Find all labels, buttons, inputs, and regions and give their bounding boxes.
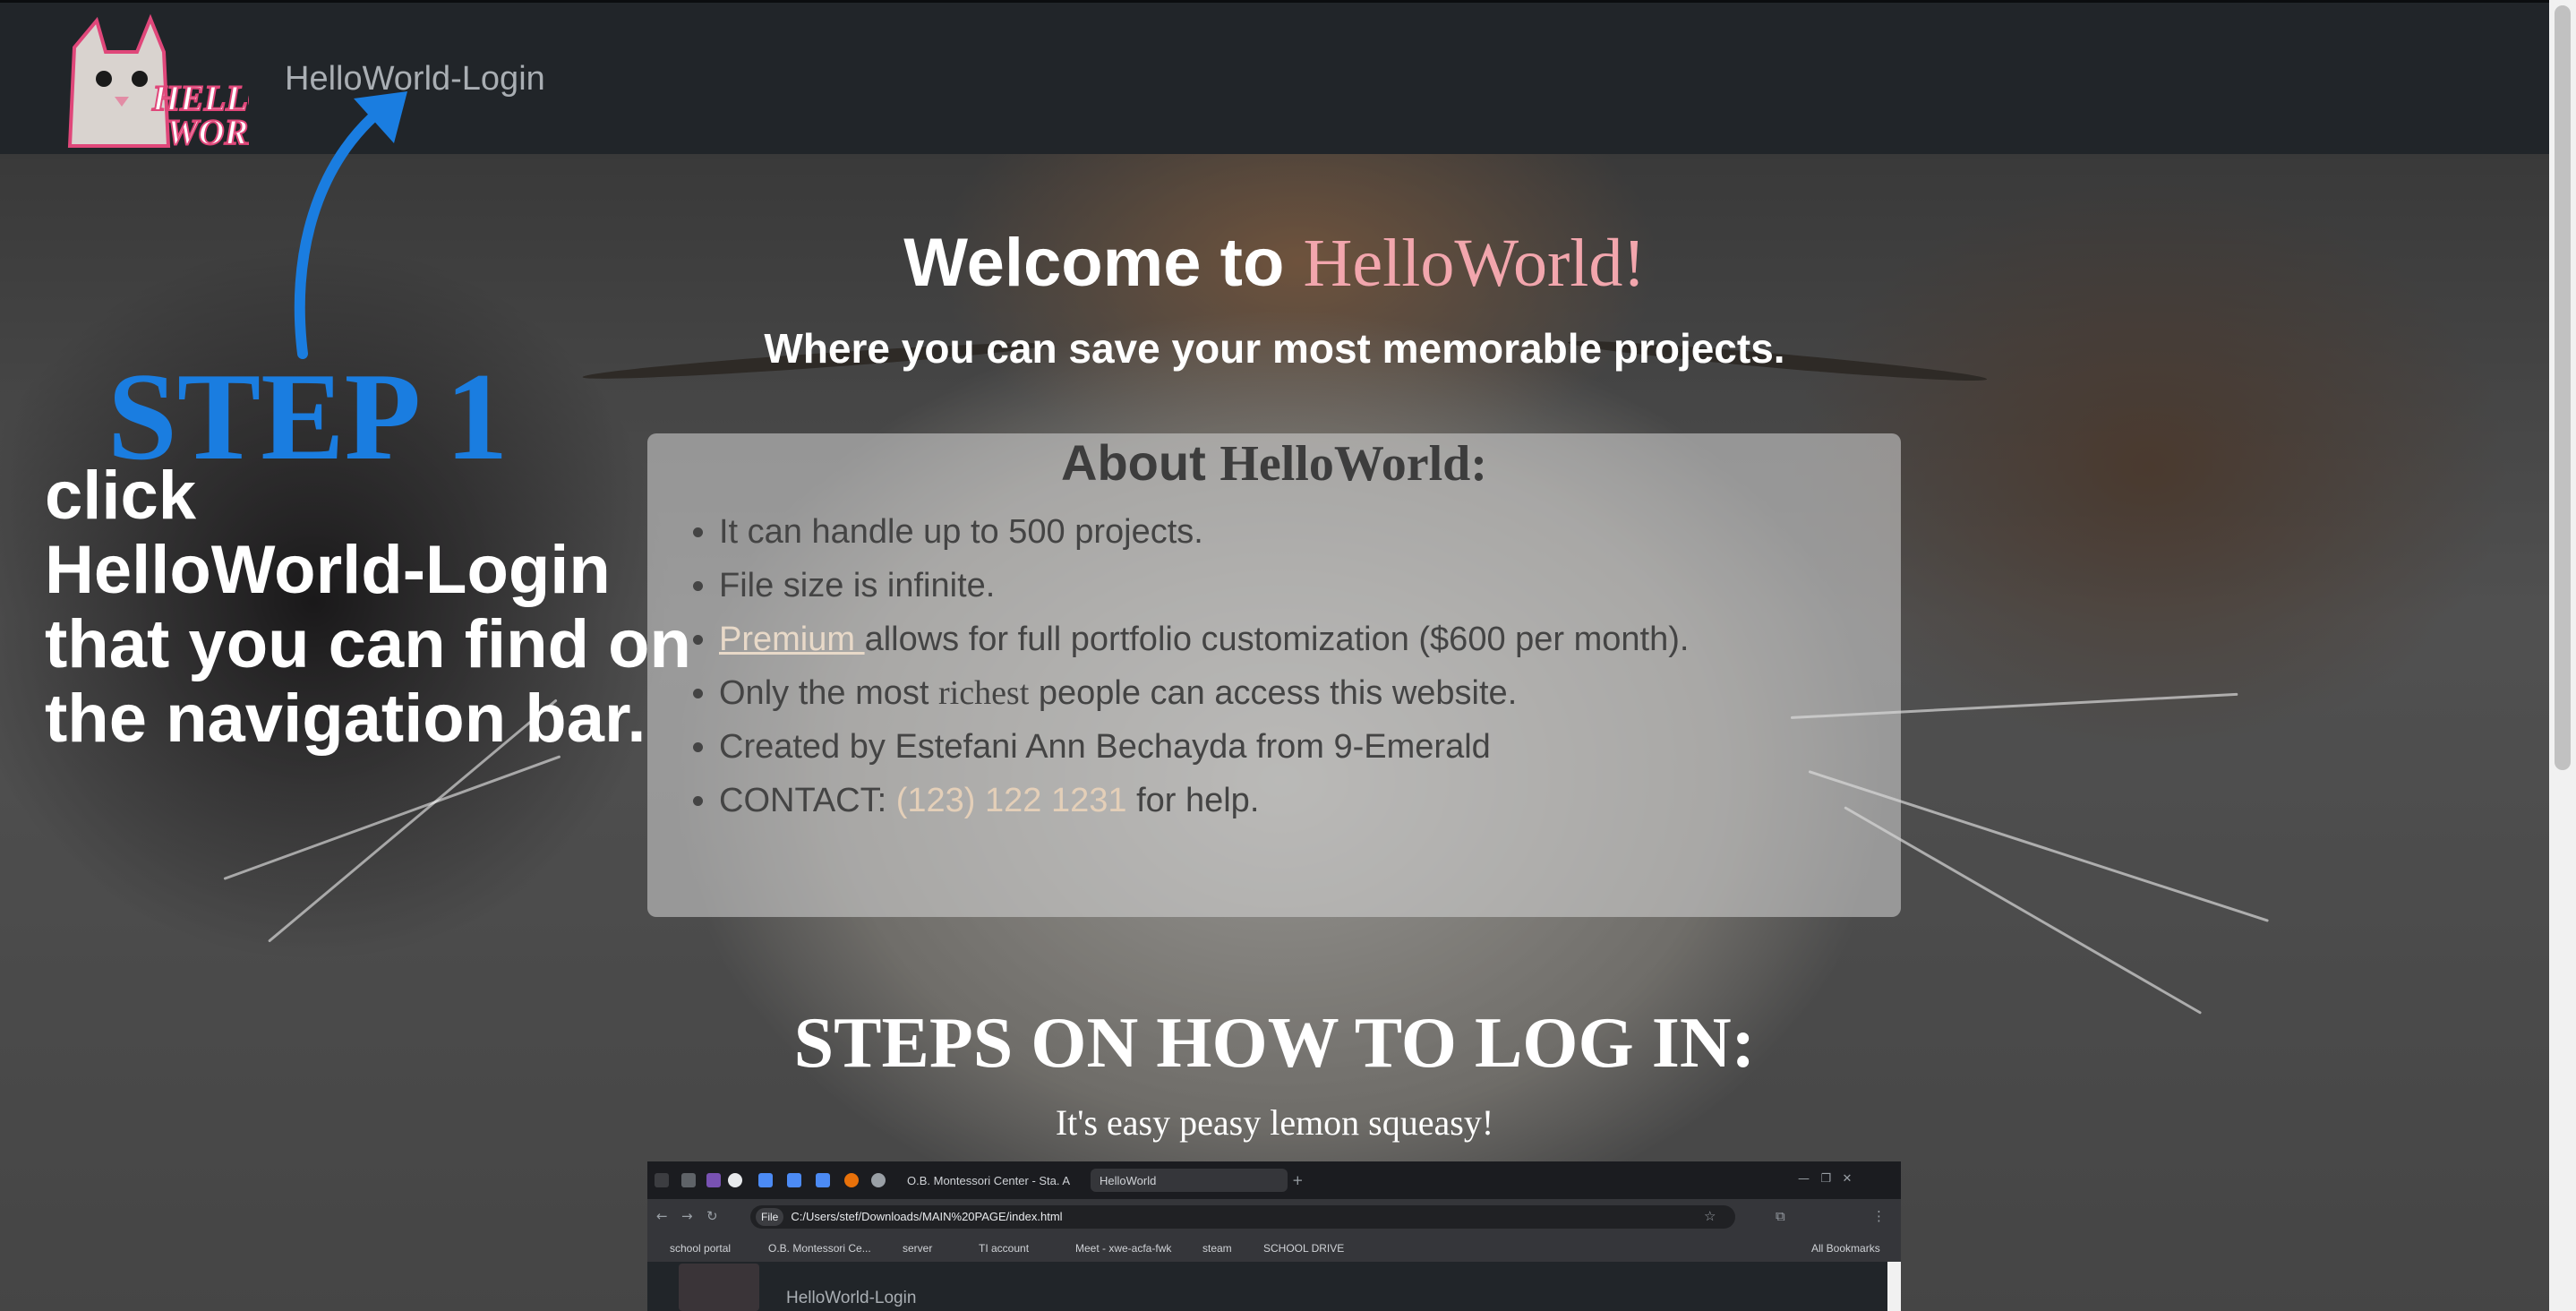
contact-phone: (123) 122 1231 bbox=[895, 782, 1127, 819]
embedded-tab-inactive-label: O.B. Montessori Center - Sta. A bbox=[907, 1173, 1071, 1187]
bookmark-item: school portal bbox=[670, 1242, 732, 1255]
step-instruction: click HelloWorld-Login that you can find… bbox=[45, 458, 725, 756]
list-item-text: File size is infinite. bbox=[719, 567, 996, 604]
welcome-brand: HelloWorld! bbox=[1303, 226, 1646, 301]
list-item-text: Created by Estefani Ann Bechayda from 9-… bbox=[719, 728, 1491, 766]
embedded-tab-strip: O.B. Montessori Center - Sta. A HelloWor… bbox=[647, 1161, 1901, 1199]
embedded-address-bar: ← → ↻ File C:/Users/stef/Downloads/MAIN%2… bbox=[647, 1199, 1901, 1235]
docs-tab-icon bbox=[816, 1173, 830, 1187]
about-list: It can handle up to 500 projects. File s… bbox=[671, 505, 1689, 827]
about-title-brand: HelloWorld: bbox=[1220, 436, 1487, 492]
new-tab-plus-icon: + bbox=[1292, 1172, 1304, 1188]
list-item: Created by Estefani Ann Bechayda from 9-… bbox=[719, 720, 1689, 774]
list-item-text: allows for full portfolio customization … bbox=[864, 621, 1690, 658]
window-controls-icon: — ❐ ✕ bbox=[1798, 1172, 1853, 1186]
welcome-prefix: Welcome to bbox=[903, 225, 1304, 301]
list-item-text: people can access this website. bbox=[1029, 674, 1518, 712]
list-item: It can handle up to 500 projects. bbox=[719, 505, 1689, 559]
star-icon: ☆ bbox=[1704, 1208, 1716, 1224]
list-item-text: CONTACT: bbox=[719, 782, 896, 819]
github-tab-icon bbox=[728, 1173, 742, 1187]
bookmark-item: steam bbox=[1202, 1242, 1232, 1255]
back-arrow-icon: ← bbox=[656, 1208, 668, 1224]
embedded-url-text: C:/Users/stef/Downloads/MAIN%20PAGE/inde… bbox=[791, 1210, 1063, 1223]
steps-title: STEPS ON HOW TO LOG IN: bbox=[793, 1004, 1756, 1083]
steps-subtitle: It's easy peasy lemon squeasy! bbox=[1055, 1102, 1494, 1143]
list-item: Premium allows for full portfolio custom… bbox=[719, 613, 1689, 666]
docs-tab-icon bbox=[787, 1173, 801, 1187]
bootstrap-tab-icon bbox=[706, 1173, 721, 1187]
docs-tab-icon bbox=[758, 1173, 773, 1187]
instruction-line: that you can find on bbox=[45, 606, 691, 682]
tab-icon bbox=[844, 1173, 859, 1187]
hello-world-logo-icon[interactable]: HELLO WORLD bbox=[52, 12, 249, 150]
embedded-url-field: File C:/Users/stef/Downloads/MAIN%20PAGE/… bbox=[750, 1205, 1735, 1229]
about-title-prefix: About bbox=[1061, 434, 1220, 491]
embedded-brand: HelloWorld-Login bbox=[786, 1289, 917, 1307]
forward-arrow-icon: → bbox=[681, 1208, 693, 1224]
svg-text:WORLD: WORLD bbox=[167, 112, 249, 150]
tab-icon bbox=[681, 1173, 696, 1187]
curved-arrow-icon bbox=[294, 91, 407, 359]
embedded-tab-inactive: O.B. Montessori Center - Sta. A bbox=[898, 1169, 1086, 1192]
embedded-browser-screenshot: O.B. Montessori Center - Sta. A HelloWor… bbox=[647, 1161, 1901, 1311]
list-item: File size is infinite. bbox=[719, 559, 1689, 613]
embedded-logo-icon bbox=[679, 1264, 759, 1311]
extensions-icon: ⧉ bbox=[1776, 1208, 1785, 1224]
scrollbar-thumb[interactable] bbox=[2555, 5, 2571, 770]
list-item-text: for help. bbox=[1126, 782, 1260, 819]
list-item-text: Only the most bbox=[719, 674, 938, 712]
embedded-page-navbar: HelloWorld-Login bbox=[647, 1262, 1887, 1311]
bookmark-item: TI account bbox=[979, 1242, 1030, 1255]
menu-dots-icon: ⋮ bbox=[1872, 1208, 1886, 1224]
instruction-line: click bbox=[45, 458, 197, 534]
bookmark-item: SCHOOL DRIVE bbox=[1263, 1242, 1345, 1255]
list-item: CONTACT: (123) 122 1231 for help. bbox=[719, 774, 1689, 827]
instruction-line: HelloWorld-Login bbox=[45, 532, 611, 608]
bookmark-item: O.B. Montessori Ce... bbox=[768, 1242, 871, 1255]
about-title: About HelloWorld: bbox=[647, 433, 1901, 493]
globe-tab-icon bbox=[871, 1173, 886, 1187]
list-item: Only the most richest people can access … bbox=[719, 666, 1689, 720]
all-bookmarks: All Bookmarks bbox=[1811, 1242, 1880, 1255]
premium-link[interactable]: Premium bbox=[719, 621, 865, 658]
tab-search-icon bbox=[655, 1173, 669, 1187]
instruction-line: the navigation bar. bbox=[45, 681, 646, 757]
bookmark-item: Meet - xwe-acfa-fwk bbox=[1075, 1242, 1172, 1255]
embedded-tab-active-label: HelloWorld bbox=[1100, 1173, 1157, 1187]
embedded-tab-active: HelloWorld bbox=[1091, 1169, 1288, 1192]
list-item-text: It can handle up to 500 projects. bbox=[719, 513, 1203, 551]
file-chip: File bbox=[756, 1208, 784, 1226]
embedded-scrollbar bbox=[1887, 1262, 1901, 1311]
embedded-bookmarks-bar: school portal O.B. Montessori Ce... serv… bbox=[647, 1235, 1901, 1262]
list-item-emphasis: richest bbox=[937, 674, 1030, 712]
bookmark-item: server bbox=[903, 1242, 933, 1255]
reload-icon: ↻ bbox=[706, 1208, 718, 1224]
about-card: About HelloWorld: It can handle up to 50… bbox=[647, 433, 1901, 917]
